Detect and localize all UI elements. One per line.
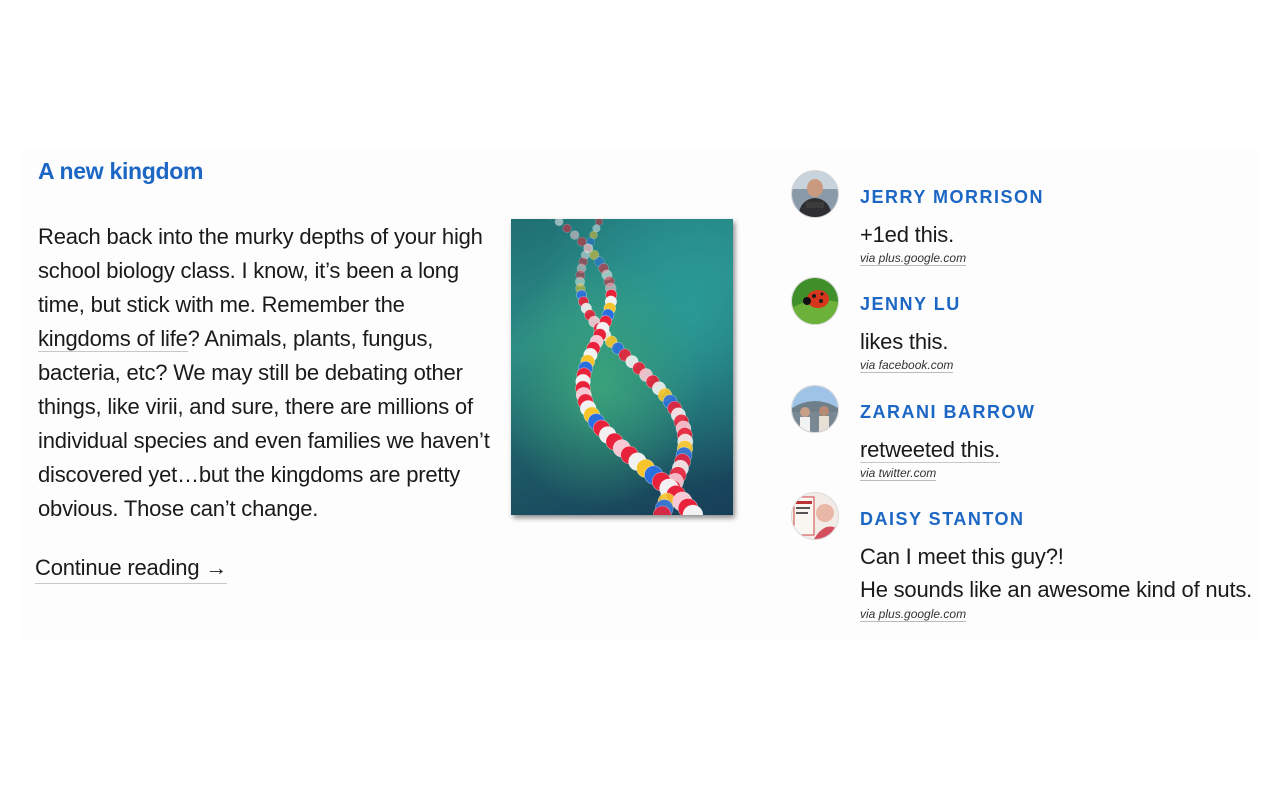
activity-action: likes this. xyxy=(860,329,949,354)
dna-beads-image xyxy=(511,219,733,515)
post-excerpt: Reach back into the murky depths of your… xyxy=(38,220,498,526)
activity-action: retweeted this. xyxy=(860,433,1000,466)
activity-action-text: retweeted this. xyxy=(860,437,1001,463)
avatar-jenny-lu[interactable] xyxy=(791,277,839,325)
person-photo-icon xyxy=(792,171,838,217)
post-title[interactable]: A new kingdom xyxy=(38,158,204,185)
activity-item: Jenny Lu likes this. via facebook.com xyxy=(790,257,1260,373)
dna-beads-icon xyxy=(549,219,704,515)
activity-action: +1ed this. xyxy=(860,222,955,247)
kingdoms-of-life-link[interactable]: kingdoms of life xyxy=(38,326,188,352)
excerpt-text-start: Reach back into the murky depths of your… xyxy=(38,224,483,317)
activity-comment: Can I meet this guy?! He sounds like an … xyxy=(860,540,1252,606)
via-source-link[interactable]: via plus.google.com xyxy=(860,607,967,622)
avatar-daisy-stanton[interactable] xyxy=(791,492,839,540)
user-name[interactable]: Zarani Barrow xyxy=(860,402,1035,423)
ladybug-photo-icon xyxy=(792,278,838,324)
user-name[interactable]: Daisy Stanton xyxy=(860,509,1025,530)
group-photo-icon xyxy=(792,386,838,432)
avatar-zarani-barrow[interactable] xyxy=(791,385,839,433)
activity-item: Zarani Barrow retweeted this. via twitte… xyxy=(790,365,1260,481)
excerpt-text-end: ? Animals, plants, fungus, bacteria, etc… xyxy=(38,326,490,521)
user-name[interactable]: Jenny Lu xyxy=(860,294,961,315)
avatar-jerry-morrison[interactable] xyxy=(791,170,839,218)
coffee-sign-photo-icon xyxy=(792,493,838,539)
user-name[interactable]: Jerry Morrison xyxy=(860,187,1044,208)
post-card: A new kingdom Reach back into the murky … xyxy=(20,150,1260,640)
activity-item: Daisy Stanton Can I meet this guy?! He s… xyxy=(790,472,1260,622)
comment-line: Can I meet this guy?! xyxy=(860,544,1064,569)
activity-item: Jerry Morrison +1ed this. via plus.googl… xyxy=(790,150,1260,266)
continue-reading-link[interactable]: Continue reading → xyxy=(35,555,227,584)
comment-line: He sounds like an awesome kind of nuts. xyxy=(860,577,1253,602)
